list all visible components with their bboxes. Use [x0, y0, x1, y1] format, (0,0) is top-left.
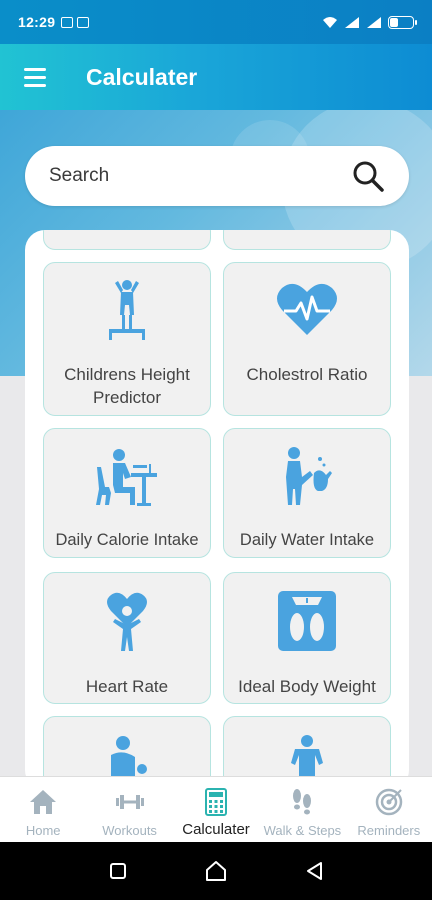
search-bar[interactable]: [25, 146, 409, 206]
battery-icon: [388, 15, 417, 29]
footsteps-icon: [293, 789, 312, 815]
card-label: Daily Calorie Intake: [55, 531, 199, 549]
nav-reminders[interactable]: Reminders: [346, 777, 432, 842]
system-icons: [322, 15, 417, 29]
dining-person-icon: [96, 449, 157, 506]
card-label: Cholestrol Ratio: [246, 365, 368, 384]
card-ideal-body-weight[interactable]: Ideal Body Weight: [223, 572, 391, 704]
search-icon[interactable]: [351, 159, 385, 193]
calculator-icon: [205, 788, 228, 816]
card-daily-water[interactable]: Daily Water Intake: [223, 428, 391, 558]
calculator-panel[interactable]: Childrens Height Predictor Cholestrol Ra…: [25, 230, 409, 790]
nav-label: Workouts: [102, 823, 157, 838]
nav-label: Calculater: [182, 821, 250, 838]
calculator-card-partial[interactable]: [223, 230, 391, 250]
heart-pulse-icon: [277, 283, 337, 335]
water-person-icon: [286, 447, 332, 505]
nav-walk-steps[interactable]: Walk & Steps: [259, 777, 345, 842]
image-icon: [77, 16, 90, 28]
nav-label: Reminders: [357, 823, 421, 838]
nav-workouts[interactable]: Workouts: [86, 777, 172, 842]
dumbbell-icon: [115, 795, 144, 809]
status-time: 12:29: [18, 14, 56, 30]
wifi-icon: [323, 16, 337, 28]
calculator-card-partial[interactable]: [43, 230, 211, 250]
card-cholestrol-ratio[interactable]: Cholestrol Ratio: [223, 262, 391, 416]
page-title: Calculater: [86, 63, 198, 90]
card-daily-calorie[interactable]: Daily Calorie Intake: [43, 428, 211, 558]
back-icon[interactable]: [305, 861, 323, 881]
recents-icon[interactable]: [109, 862, 127, 880]
nav-label: Home: [25, 823, 61, 838]
nav-calculater[interactable]: Calculater: [173, 777, 259, 842]
child-height-icon: [109, 280, 145, 340]
system-navigation-bar: [0, 842, 432, 900]
card-childrens-height[interactable]: Childrens Height Predictor: [43, 262, 211, 416]
signal-icon: [345, 16, 359, 28]
home-icon: [30, 790, 57, 814]
nav-home[interactable]: Home: [0, 777, 86, 842]
search-input[interactable]: [49, 165, 351, 187]
card-label: Childrens Height Predictor: [64, 365, 190, 407]
mail-icon: [61, 16, 74, 28]
app-bar: Calculater: [0, 44, 432, 110]
heart-person-icon: [107, 592, 147, 651]
card-label: Daily Water Intake: [239, 531, 375, 549]
card-label: Heart Rate: [85, 677, 169, 696]
status-bar: 12:29: [0, 0, 432, 44]
notification-icons: [61, 16, 90, 28]
scale-icon: [278, 591, 336, 651]
menu-icon[interactable]: [0, 44, 70, 110]
home-button-icon[interactable]: [205, 860, 227, 882]
bottom-navigation: Home Workouts Calculater Walk & Steps Re…: [0, 776, 432, 842]
signal-2-icon: [367, 16, 381, 28]
nav-label: Walk & Steps: [263, 823, 342, 838]
target-icon: [375, 788, 403, 816]
card-label: Ideal Body Weight: [238, 677, 376, 696]
card-heart-rate[interactable]: Heart Rate: [43, 572, 211, 704]
